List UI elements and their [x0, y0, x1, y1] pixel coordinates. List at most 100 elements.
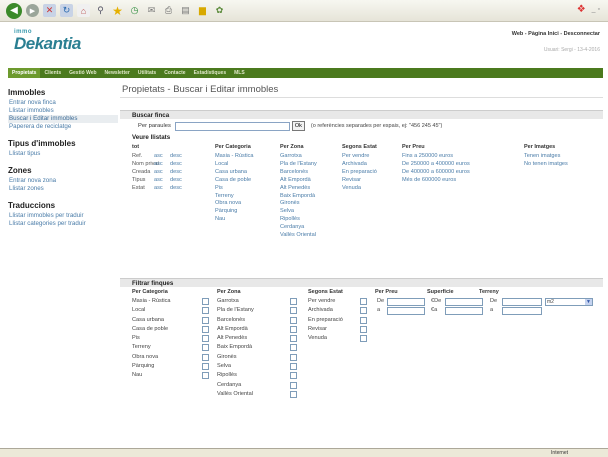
list-item-preu[interactable]: Més de 600000 euros [402, 177, 470, 185]
messenger-icon[interactable]: ✿ [213, 4, 226, 17]
list-item-zona[interactable]: Pla de l'Estany [280, 161, 317, 169]
terreny-de-input[interactable] [502, 298, 542, 306]
list-item-preu[interactable]: De 250000 a 400000 euros [402, 161, 470, 169]
minimize-icon[interactable]: _ ▫ [592, 6, 600, 13]
filter-checkbox[interactable] [290, 298, 297, 305]
list-item-estat[interactable]: En preparació [342, 169, 377, 177]
list-item-zona[interactable]: Selva [280, 208, 317, 216]
filter-checkbox[interactable] [202, 316, 209, 324]
sidebar-item-traduir-categories[interactable]: Llistar categories per traduir [8, 220, 118, 228]
sidebar-item-llistar-immobles[interactable]: Llistar immobles [8, 107, 118, 115]
superficie-de-input[interactable] [445, 298, 483, 306]
list-item-categoria[interactable]: Obra nova [215, 200, 254, 208]
filter-checkbox[interactable] [202, 344, 209, 352]
filter-checkbox[interactable] [290, 372, 297, 380]
filter-checkbox[interactable] [360, 298, 367, 305]
filter-checkbox[interactable] [360, 335, 367, 343]
nav-newsletter[interactable]: Newsletter [101, 70, 134, 76]
list-item-preu[interactable]: Fins a 250000 euros [402, 153, 470, 161]
list-item-categoria[interactable]: Terreny [215, 193, 254, 201]
list-item-estat[interactable]: Venuda [342, 185, 377, 193]
list-item-estat[interactable]: Per vendre [342, 153, 377, 161]
sort-desc-link[interactable]: desc [170, 153, 182, 161]
preu-a-input[interactable] [387, 307, 425, 316]
list-item-estat[interactable]: Archivada [342, 161, 377, 169]
filter-checkbox[interactable] [290, 325, 297, 333]
preu-de-input[interactable] [387, 298, 425, 306]
edit-icon[interactable]: ▤ [179, 4, 192, 17]
list-item-estat[interactable]: Revisar [342, 177, 377, 185]
nav-utilitats[interactable]: Utilitats [134, 70, 160, 76]
search-icon[interactable]: ⚲ [94, 4, 107, 17]
filter-checkbox[interactable] [202, 372, 209, 380]
sort-desc-link[interactable]: desc [170, 169, 182, 177]
sort-asc-link[interactable]: asc [154, 161, 163, 169]
nav-contacte[interactable]: Contacte [160, 70, 189, 76]
nav-mls[interactable]: MLS [230, 70, 249, 76]
nav-propietats[interactable]: Propietats [8, 68, 41, 78]
filter-checkbox[interactable] [202, 363, 209, 371]
filter-checkbox[interactable] [290, 363, 297, 371]
sort-asc-link[interactable]: asc [154, 153, 163, 161]
list-item-categoria[interactable]: Local [215, 161, 254, 169]
refresh-icon[interactable]: ↻ [60, 4, 73, 17]
sidebar-item-llistar-zones[interactable]: Llistar zones [8, 185, 118, 193]
chevron-down-icon[interactable]: ▼ [585, 299, 592, 305]
filter-checkbox[interactable] [290, 381, 297, 389]
list-item-zona[interactable]: Alt Penedès [280, 185, 317, 193]
sidebar-item-paperera[interactable]: Paperera de reciclatge [8, 123, 118, 131]
sort-desc-link[interactable]: desc [170, 177, 182, 185]
filter-checkbox[interactable] [290, 307, 297, 315]
filter-checkbox[interactable] [202, 298, 209, 305]
list-item-imatges[interactable]: Tenen imatges [524, 153, 568, 161]
top-links[interactable]: Web - Pàgina Inici - Desconnectar [512, 31, 600, 37]
nav-estadistiques[interactable]: Estadístiques [190, 70, 231, 76]
filter-checkbox[interactable] [290, 344, 297, 352]
filter-checkbox[interactable] [360, 316, 367, 324]
list-item-imatges[interactable]: No tenen imatges [524, 161, 568, 169]
list-item-zona[interactable]: Vallès Oriental [280, 232, 317, 240]
folder-icon[interactable]: ▆ [196, 4, 209, 17]
history-icon[interactable]: ◷ [128, 4, 141, 17]
filter-checkbox[interactable] [202, 325, 209, 333]
sidebar-item-llistar-tipus[interactable]: Llistar tipus [8, 150, 118, 158]
list-item-zona[interactable]: Ripollès [280, 216, 317, 224]
filter-checkbox[interactable] [360, 307, 367, 315]
home-icon[interactable]: ⌂ [77, 4, 90, 17]
sort-asc-link[interactable]: asc [154, 185, 163, 193]
mail-icon[interactable]: ✉ [145, 4, 158, 17]
list-item-zona[interactable]: Gironès [280, 200, 317, 208]
superficie-a-input[interactable] [445, 307, 483, 316]
sidebar-item-traduir-immobles[interactable]: Llistar immobles per traduir [8, 212, 118, 220]
sort-desc-link[interactable]: desc [170, 185, 182, 193]
filter-checkbox[interactable] [202, 307, 209, 315]
sort-asc-link[interactable]: asc [154, 177, 163, 185]
list-item-zona[interactable]: Alt Empordà [280, 177, 317, 185]
sidebar-item-entrar-finca[interactable]: Entrar nova finca [8, 99, 118, 107]
list-item-categoria[interactable]: Masia - Rústica [215, 153, 254, 161]
list-item-zona[interactable]: Cerdanya [280, 224, 317, 232]
list-item-categoria[interactable]: Casa urbana [215, 169, 254, 177]
list-item-categoria[interactable]: Pàrquing [215, 208, 254, 216]
list-item-zona[interactable]: Garrotxa [280, 153, 317, 161]
filter-checkbox[interactable] [290, 335, 297, 343]
filter-checkbox[interactable] [202, 353, 209, 361]
print-icon[interactable]: ⎙ [162, 4, 175, 17]
search-input[interactable] [174, 121, 290, 131]
filter-checkbox[interactable] [202, 335, 209, 343]
list-item-categoria[interactable]: Nau [215, 216, 254, 224]
nav-clients[interactable]: Clients [40, 70, 65, 76]
filter-checkbox[interactable] [360, 325, 367, 333]
search-ok-button[interactable]: Ok [291, 121, 305, 131]
filter-checkbox[interactable] [290, 316, 297, 324]
filter-checkbox[interactable] [290, 353, 297, 361]
sidebar-item-buscar-editar[interactable]: Buscar i Editar immobles [8, 115, 118, 123]
list-item-categoria[interactable]: Casa de poble [215, 177, 254, 185]
list-item-zona[interactable]: Barcelonès [280, 169, 317, 177]
list-item-zona[interactable]: Baix Empordà [280, 193, 317, 201]
filter-checkbox[interactable] [290, 390, 297, 398]
sort-asc-link[interactable]: asc [154, 169, 163, 177]
sort-desc-link[interactable]: desc [170, 161, 182, 169]
sidebar-item-entrar-zona[interactable]: Entrar nova zona [8, 177, 118, 185]
terreny-unit-select[interactable]: m2 ▼ [545, 298, 593, 306]
